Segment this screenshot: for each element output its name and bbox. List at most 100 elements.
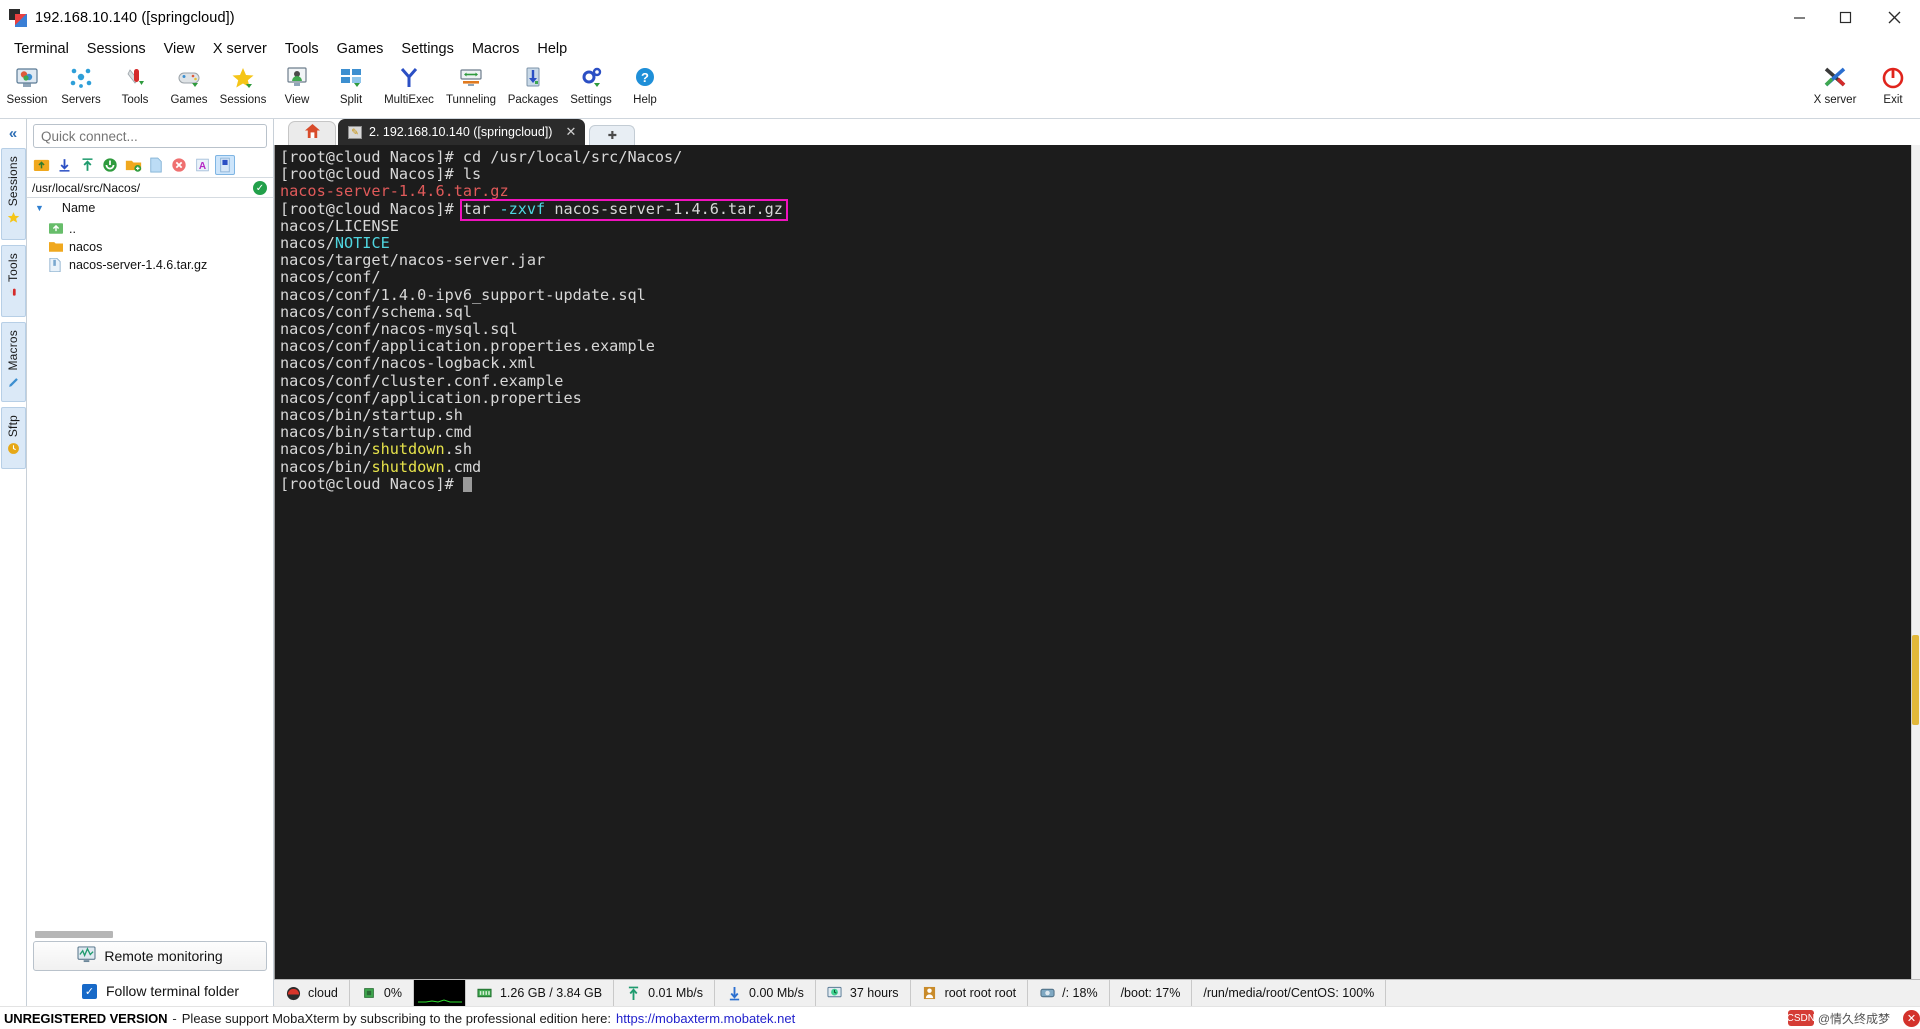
toolbar-label: Sessions — [219, 94, 267, 106]
terminal-area: ✎ 2. 192.168.10.140 ([springcloud]) ✕ ✚ … — [274, 119, 1920, 1006]
toolbar-label: View — [284, 94, 310, 106]
file-browser-horizontal-scrollbar[interactable] — [27, 928, 273, 940]
status-cell-download[interactable]: 0.00 Mb/s — [715, 980, 816, 1006]
terminal-text: nacos/conf/ — [280, 268, 381, 287]
rail-tab-sessions[interactable]: Sessions — [0, 148, 26, 240]
remote-monitoring-button[interactable]: Remote monitoring — [33, 941, 267, 971]
terminal-line: nacos/conf/1.4.0-ipv6_support-update.sql — [280, 286, 1920, 304]
status-cell-host[interactable]: cloud — [274, 980, 350, 1006]
list-item[interactable]: .. — [27, 220, 273, 238]
terminal-line: nacos/conf/nacos-logback.xml — [280, 355, 1920, 372]
scrollbar-thumb[interactable] — [1912, 635, 1919, 725]
refresh-icon[interactable] — [100, 155, 120, 175]
tab-home[interactable] — [288, 121, 336, 145]
download-icon[interactable] — [54, 155, 74, 175]
toolbar-button-packages[interactable]: Packages — [502, 63, 564, 106]
close-icon[interactable] — [1868, 0, 1920, 36]
tunneling-icon — [459, 65, 483, 91]
terminal-text: nacos/conf/nacos-mysql.sql — [280, 320, 518, 339]
new-folder-icon[interactable] — [123, 155, 143, 175]
menu-item-settings[interactable]: Settings — [392, 39, 462, 59]
minimize-icon[interactable] — [1776, 0, 1822, 36]
tab-strip: ✎ 2. 192.168.10.140 ([springcloud]) ✕ ✚ — [274, 119, 1920, 145]
archive-file-icon — [49, 257, 63, 273]
toolbar-button-help[interactable]: ? Help — [618, 63, 672, 106]
toolbar-button-tunneling[interactable]: Tunneling — [440, 63, 502, 106]
quick-connect-input[interactable] — [33, 124, 267, 148]
list-item[interactable]: nacos-server-1.4.6.tar.gz — [27, 256, 273, 274]
terminal-view-icon[interactable] — [215, 154, 235, 175]
toolbar-button-view[interactable]: View — [270, 63, 324, 106]
menu-item-games[interactable]: Games — [328, 39, 393, 59]
status-cell-disk-root[interactable]: /: 18% — [1028, 980, 1110, 1006]
menu-item-view[interactable]: View — [155, 39, 204, 59]
maximize-icon[interactable] — [1822, 0, 1868, 36]
menu-item-help[interactable]: Help — [528, 39, 576, 59]
menu-item-macros[interactable]: Macros — [463, 39, 529, 59]
status-cell-cpu-graph[interactable] — [413, 980, 466, 1006]
list-item[interactable]: nacos — [27, 238, 273, 256]
new-file-icon[interactable] — [146, 155, 166, 175]
rail-tab-tools[interactable]: Tools — [0, 245, 26, 317]
rename-icon[interactable]: A — [192, 155, 212, 175]
toolbar-button-session[interactable]: Session — [0, 63, 54, 106]
terminal-line: nacos/conf/application.properties — [280, 389, 1920, 407]
status-cell-memory[interactable]: 1.26 GB / 3.84 GB — [466, 980, 615, 1006]
toolbar-button-tools[interactable]: Tools — [108, 63, 162, 106]
status-cell-user[interactable]: root root root — [911, 980, 1029, 1006]
terminal-body[interactable]: [root@cloud Nacos]# cd /usr/local/src/Na… — [274, 145, 1920, 979]
toolbar-button-split[interactable]: Split — [324, 63, 378, 106]
folder-icon — [49, 240, 63, 254]
upload-folder-icon[interactable] — [31, 155, 51, 175]
toolbar-button-servers[interactable]: Servers — [54, 63, 108, 106]
follow-terminal-folder-checkbox[interactable]: ✓ — [82, 983, 97, 999]
menu-item-tools[interactable]: Tools — [276, 39, 328, 59]
toolbar-button-games[interactable]: Games — [162, 63, 216, 106]
status-cell-cpu[interactable]: 0% — [350, 980, 414, 1006]
toolbar-button-settings[interactable]: Settings — [564, 63, 618, 106]
separator-dash: - — [172, 1010, 177, 1026]
menu-item-terminal[interactable]: Terminal — [5, 39, 78, 59]
scrollbar-thumb[interactable] — [35, 930, 113, 938]
games-icon — [177, 65, 201, 91]
status-cell-disk-media[interactable]: /run/media/root/CentOS: 100% — [1192, 980, 1387, 1006]
toolbar-button-multiexec[interactable]: MultiExec — [378, 63, 440, 106]
terminal-text: nacos/bin/ — [280, 457, 372, 476]
session-icon — [15, 65, 39, 91]
check-circle-icon: ✓ — [253, 181, 267, 195]
rail-tab-macros[interactable]: Macros — [0, 322, 26, 402]
file-browser-column-header[interactable]: ▼ Name — [27, 198, 273, 218]
toolbar-button-x-server[interactable]: X server — [1804, 63, 1866, 106]
toolbar-label: Packages — [507, 94, 559, 106]
rail-tab-sftp[interactable]: Sftp — [0, 407, 26, 469]
file-browser-path-text: /usr/local/src/Nacos/ — [32, 180, 141, 195]
toolbar-right-group: X server Exit — [1804, 63, 1920, 106]
delete-icon[interactable] — [169, 155, 189, 175]
menu-item-sessions[interactable]: Sessions — [78, 39, 155, 59]
upload-icon[interactable] — [77, 155, 97, 175]
mobaxterm-link[interactable]: https://mobaxterm.mobatek.net — [616, 1011, 795, 1026]
status-cell-disk-boot[interactable]: /boot: 17% — [1110, 980, 1193, 1006]
close-icon[interactable]: ✕ — [1903, 1009, 1920, 1027]
toolbar-button-exit[interactable]: Exit — [1866, 63, 1920, 106]
toolbar-label: Help — [633, 94, 657, 106]
terminal-line: nacos-server-1.4.6.tar.gz — [280, 183, 1920, 200]
new-tab-button[interactable]: ✚ — [589, 125, 636, 145]
terminal-text: [root@cloud Nacos]# ls — [280, 165, 482, 184]
uptime-clock-icon — [827, 985, 843, 1001]
file-browser-path-bar[interactable]: /usr/local/src/Nacos/ ✓ — [27, 178, 273, 198]
terminal-line: [root@cloud Nacos]# — [280, 475, 1920, 493]
rail-tab-label: Tools — [6, 253, 20, 283]
status-cell-upload[interactable]: 0.01 Mb/s — [614, 980, 716, 1006]
menu-item-x-server[interactable]: X server — [204, 39, 276, 59]
terminal-text: nacos/conf/application.properties.exampl… — [280, 337, 655, 356]
terminal-scrollbar[interactable] — [1911, 145, 1920, 979]
tab-active-session[interactable]: ✎ 2. 192.168.10.140 ([springcloud]) ✕ — [338, 119, 586, 145]
rail-tab-label: Macros — [6, 330, 20, 371]
double-chevron-left-icon[interactable]: « — [9, 125, 17, 142]
close-icon[interactable]: ✕ — [565, 124, 576, 140]
toolbar-button-sessions[interactable]: Sessions — [216, 63, 270, 106]
follow-terminal-folder-row[interactable]: ✓ Follow terminal folder — [27, 976, 273, 1006]
status-cell-uptime[interactable]: 37 hours — [816, 980, 911, 1006]
terminal-line: nacos/bin/startup.cmd — [280, 424, 1920, 441]
